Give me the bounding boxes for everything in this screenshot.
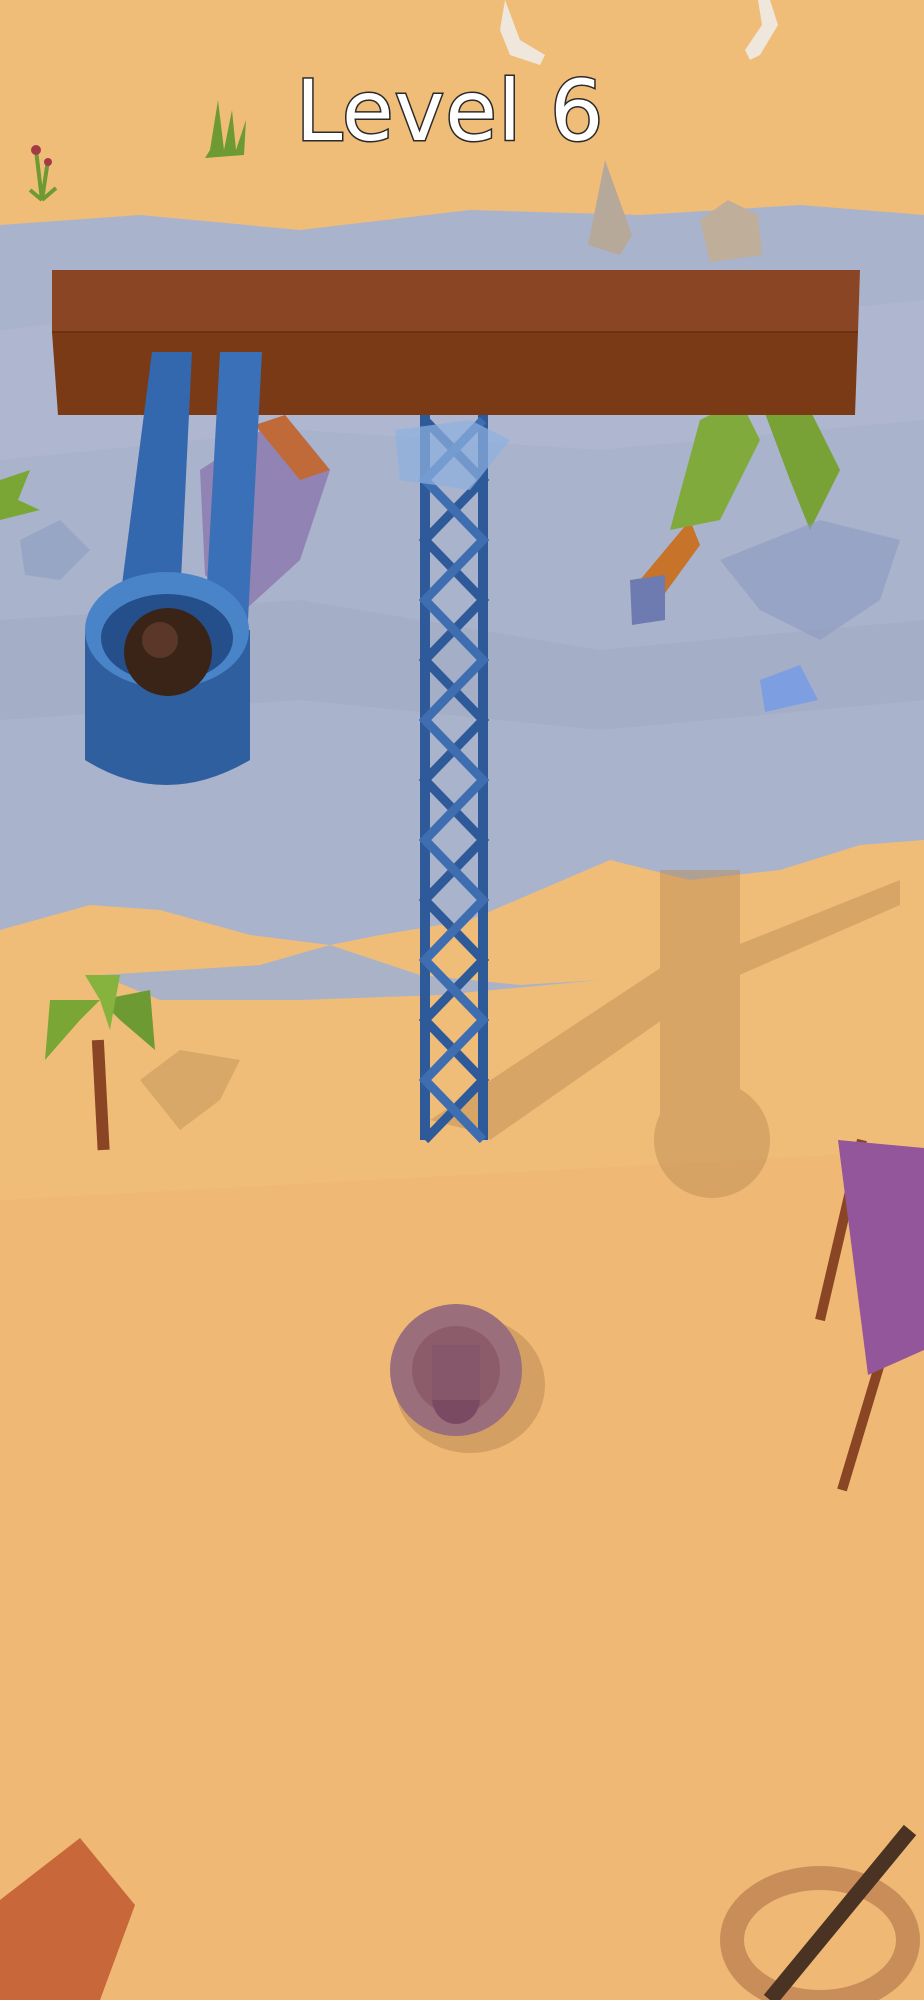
level-title: Level 6 (294, 61, 605, 162)
ball[interactable] (124, 608, 212, 696)
game-scene[interactable] (0, 0, 924, 2000)
